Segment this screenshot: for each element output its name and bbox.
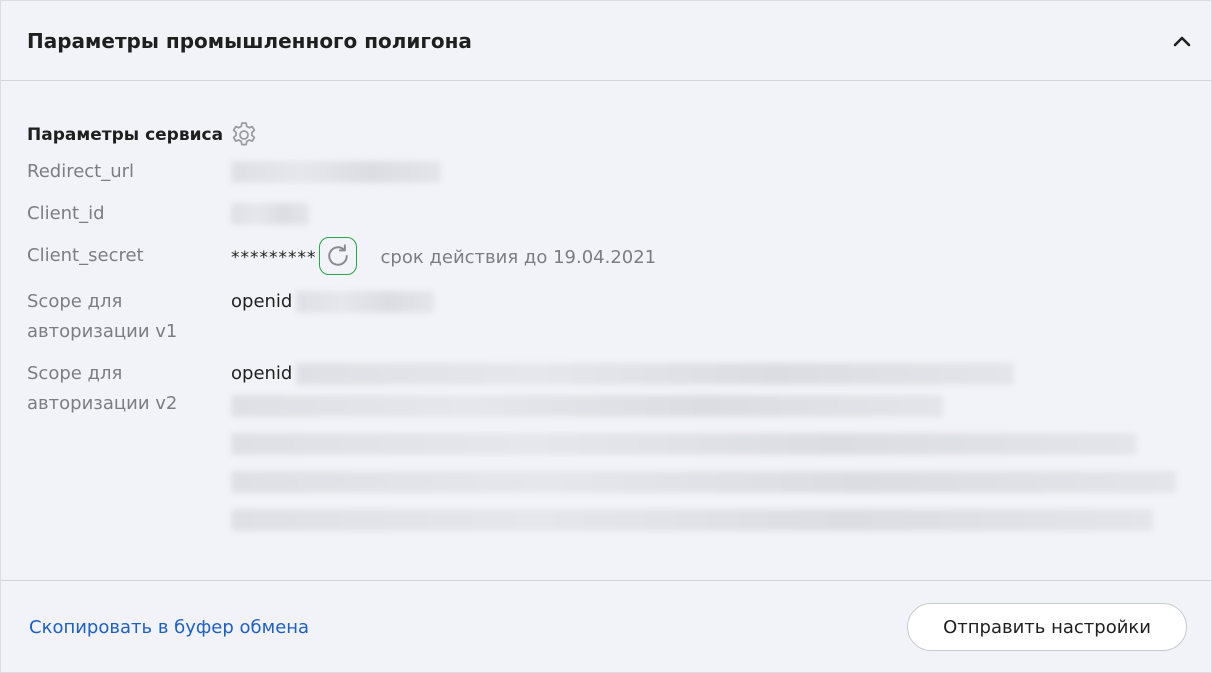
chevron-up-icon[interactable]	[1169, 28, 1195, 54]
scope-v2-openid: openid	[231, 363, 293, 384]
send-settings-button[interactable]: Отправить настройки	[907, 603, 1187, 651]
production-polygon-panel: Параметры промышленного полигона Парамет…	[0, 0, 1212, 673]
client-secret-row: Client_secret ********* срок действия до…	[27, 237, 1185, 275]
redacted-value	[296, 291, 435, 313]
gear-icon[interactable]	[229, 120, 259, 150]
redirect-url-value	[231, 157, 1185, 183]
scope-v1-label: Scope для авторизации v1	[27, 291, 178, 342]
scope-v2-row: Scope для авторизации v2 openid	[27, 359, 1185, 541]
redacted-value	[231, 433, 1136, 455]
service-params-title: Параметры сервиса	[27, 125, 224, 145]
scope-v2-label: Scope для авторизации v2	[27, 363, 178, 414]
client-id-label: Client_id	[27, 203, 105, 224]
redacted-value	[231, 471, 1176, 493]
redacted-value	[231, 395, 943, 417]
scope-v2-value: openid	[231, 359, 1185, 541]
redirect-url-row: Redirect_url	[27, 157, 1185, 187]
client-id-row: Client_id	[27, 199, 1185, 229]
refresh-icon	[323, 241, 353, 271]
redirect-url-label: Redirect_url	[27, 161, 135, 182]
client-secret-masked: *********	[231, 248, 317, 268]
client-secret-value: ********* срок действия до 19.04.2021	[231, 237, 1185, 275]
panel-footer: Скопировать в буфер обмена Отправить нас…	[1, 581, 1211, 673]
redacted-value	[231, 161, 441, 183]
secret-expiry-text: срок действия до 19.04.2021	[380, 247, 657, 268]
scope-v1-value: openid	[231, 287, 1185, 317]
panel-content: Параметры сервиса Redirect_url Client_id	[1, 81, 1211, 581]
service-params-heading: Параметры сервиса	[27, 121, 1185, 149]
redacted-value	[231, 203, 309, 225]
scope-v1-row: Scope для авторизации v1 openid	[27, 287, 1185, 347]
refresh-secret-button[interactable]	[318, 237, 357, 275]
redacted-value	[231, 509, 1153, 531]
panel-header[interactable]: Параметры промышленного полигона	[1, 1, 1211, 81]
client-id-value	[231, 199, 1185, 225]
client-secret-label: Client_secret	[27, 245, 144, 266]
panel-title: Параметры промышленного полигона	[27, 28, 472, 53]
copy-to-clipboard-link[interactable]: Скопировать в буфер обмена	[29, 617, 309, 638]
scope-v1-openid: openid	[231, 291, 293, 312]
redacted-value	[296, 363, 1015, 385]
